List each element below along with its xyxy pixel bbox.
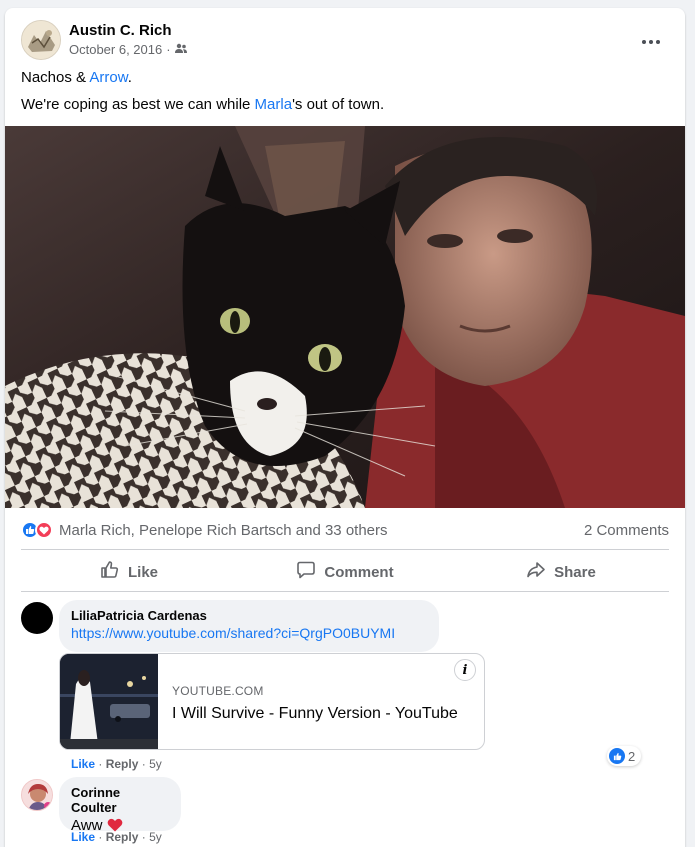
commenter-name[interactable]: LiliaPatricia Cardenas [71, 608, 427, 623]
post-text-1-post: . [127, 69, 132, 86]
comment-like-link[interactable]: Like [71, 757, 95, 771]
like-count-value: 2 [628, 748, 636, 764]
post-photo[interactable] [5, 126, 685, 508]
dot-separator: · [98, 830, 106, 844]
author-avatar[interactable] [21, 20, 61, 60]
love-reaction-icon [35, 521, 53, 539]
comment-like-link[interactable]: Like [71, 830, 95, 844]
post-text-2-post: 's out of town. [292, 96, 385, 113]
preview-thumbnail [60, 654, 158, 749]
like-button[interactable]: Like [21, 553, 237, 591]
post-text-2-pre: We're coping as best we can while [21, 96, 255, 113]
post-text-line-1: Nachos & Arrow. [21, 69, 132, 86]
meta-separator: · [166, 42, 171, 57]
info-icon[interactable]: i [454, 659, 476, 681]
reaction-names[interactable]: Marla Rich, Penelope Rich Bartsch and 33… [59, 522, 388, 539]
post-card: Austin C. Rich October 6, 2016 · Nachos … [5, 8, 685, 847]
post-meta: October 6, 2016 · [69, 42, 187, 57]
more-options-icon[interactable] [637, 28, 665, 56]
reaction-icons[interactable] [21, 521, 53, 539]
comment-bubble: LiliaPatricia Cardenas https://www.youtu… [59, 600, 439, 652]
comment-age[interactable]: 5y [149, 757, 162, 771]
reactions-bar: Marla Rich, Penelope Rich Bartsch and 33… [21, 518, 669, 542]
tag-marla-link[interactable]: Marla [255, 96, 293, 113]
divider-top [21, 549, 669, 550]
comment-count[interactable]: 2 Comments [584, 522, 669, 539]
preview-domain: YOUTUBE.COM [172, 684, 264, 698]
action-bar: Like Comment Share [21, 553, 669, 591]
share-button[interactable]: Share [453, 553, 669, 591]
comment-actions: Like · Reply · 5y [71, 830, 162, 844]
dot-separator: · [141, 830, 150, 844]
post-header: Austin C. Rich October 6, 2016 · [21, 20, 673, 62]
preview-title[interactable]: I Will Survive - Funny Version - YouTube [172, 705, 458, 723]
post-text-line-2: We're coping as best we can while Marla'… [21, 96, 384, 113]
comment-button[interactable]: Comment [237, 553, 453, 591]
commenter-avatar[interactable] [21, 779, 53, 811]
like-reaction-icon [609, 748, 625, 764]
post-date[interactable]: October 6, 2016 [69, 42, 162, 57]
dot-separator: · [98, 757, 106, 771]
dot-separator: · [141, 757, 150, 771]
comment-icon [296, 560, 316, 584]
comment-reply-link[interactable]: Reply [106, 830, 139, 844]
post-text-1-pre: Nachos & [21, 69, 90, 86]
comment-bubble: Corinne Coulter Aww [59, 777, 181, 834]
tag-arrow-link[interactable]: Arrow [89, 69, 127, 86]
share-icon [526, 560, 546, 584]
thumbs-up-icon [100, 560, 120, 584]
commenter-name[interactable]: Corinne Coulter [71, 785, 169, 815]
comment-reply-link[interactable]: Reply [106, 757, 139, 771]
friends-audience-icon[interactable] [174, 42, 187, 57]
comment-like-count[interactable]: 2 [607, 746, 642, 766]
like-label: Like [127, 563, 158, 581]
commenter-avatar[interactable] [21, 602, 53, 634]
share-label: Share [554, 563, 596, 581]
link-preview[interactable]: YOUTUBE.COM I Will Survive - Funny Versi… [59, 653, 485, 750]
comment-actions: Like · Reply · 5y [71, 757, 162, 771]
comment-link[interactable]: https://www.youtube.com/shared?ci=QrgPO0… [71, 625, 427, 641]
comment-age[interactable]: 5y [149, 830, 162, 844]
author-name[interactable]: Austin C. Rich [69, 22, 172, 39]
divider-bottom [21, 591, 669, 592]
comment-label: Comment [324, 563, 394, 581]
